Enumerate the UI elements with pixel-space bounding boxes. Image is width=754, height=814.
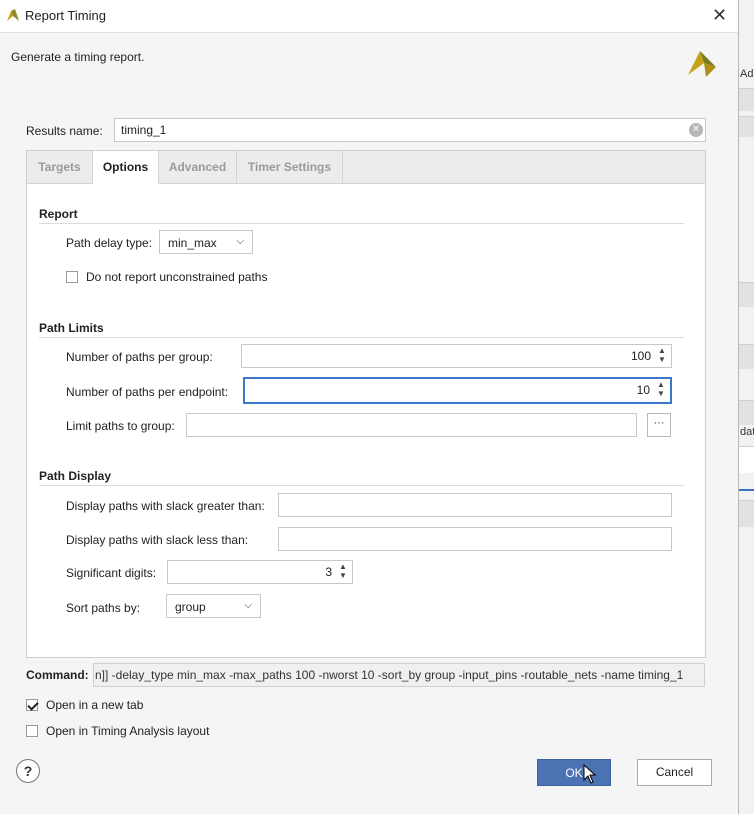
paths-per-endpoint-value: 10	[636, 383, 650, 397]
significant-digits-label: Significant digits:	[66, 566, 157, 580]
open-new-tab-label: Open in a new tab	[46, 698, 144, 712]
results-name-input[interactable]	[114, 118, 706, 142]
background-app-row	[738, 400, 754, 425]
unconstrained-paths-label: Do not report unconstrained paths	[86, 270, 268, 284]
path-delay-type-value: min_max	[168, 236, 217, 250]
slack-greater-label: Display paths with slack greater than:	[66, 499, 265, 513]
background-app-row	[738, 282, 754, 307]
unconstrained-paths-checkbox[interactable]	[66, 271, 78, 283]
tab-options[interactable]: Options	[93, 151, 159, 184]
background-app-accent	[738, 489, 754, 491]
sort-paths-select[interactable]: group ⌵	[166, 594, 261, 618]
background-app-text: dat	[740, 426, 754, 438]
vivado-logo-icon	[688, 51, 716, 77]
section-divider	[39, 485, 684, 486]
section-divider	[39, 223, 684, 224]
sort-paths-label: Sort paths by:	[66, 601, 141, 615]
tab-strip: Targets Options Advanced Timer Settings	[27, 151, 705, 184]
report-timing-dialog: Report Timing ✕ Generate a timing report…	[0, 0, 739, 814]
limit-paths-group-input[interactable]	[186, 413, 637, 437]
sort-paths-value: group	[175, 600, 206, 614]
window-title: Report Timing	[25, 8, 106, 23]
section-divider	[39, 337, 684, 338]
significant-digits-spinner[interactable]: 3 ▲ ▼	[167, 560, 353, 584]
clear-circle-icon[interactable]: ✕	[689, 123, 703, 137]
significant-digits-value: 3	[325, 565, 332, 579]
slack-less-label: Display paths with slack less than:	[66, 533, 249, 547]
section-path-display-title: Path Display	[39, 469, 112, 483]
paths-per-group-value: 100	[630, 349, 651, 363]
paths-per-group-label: Number of paths per group:	[66, 350, 213, 364]
dialog-description: Generate a timing report.	[11, 50, 145, 64]
spinner-arrows-icon[interactable]: ▲ ▼	[657, 346, 667, 364]
background-app-row	[738, 88, 754, 111]
browse-button[interactable]: ···	[647, 413, 671, 437]
background-app-row	[738, 446, 754, 473]
tab-advanced[interactable]: Advanced	[159, 151, 237, 183]
tab-timer-settings[interactable]: Timer Settings	[237, 151, 343, 183]
paths-per-endpoint-spinner[interactable]: 10 ▲ ▼	[243, 377, 672, 404]
paths-per-group-spinner[interactable]: 100 ▲ ▼	[241, 344, 672, 368]
vivado-logo-icon	[7, 9, 19, 21]
timing-layout-label: Open in Timing Analysis layout	[46, 724, 210, 738]
mouse-pointer-icon	[583, 764, 597, 784]
cancel-button[interactable]: Cancel	[637, 759, 712, 786]
command-label: Command:	[26, 668, 89, 682]
spinner-arrows-icon[interactable]: ▲ ▼	[338, 562, 348, 580]
results-name-label: Results name:	[26, 124, 103, 138]
paths-per-endpoint-label: Number of paths per endpoint:	[66, 385, 229, 399]
slack-greater-input[interactable]	[278, 493, 672, 517]
path-delay-type-select[interactable]: min_max ⌵	[159, 230, 253, 254]
spinner-arrows-icon[interactable]: ▲ ▼	[656, 380, 666, 398]
help-button[interactable]: ?	[16, 759, 40, 783]
open-new-tab-checkbox[interactable]	[26, 699, 38, 711]
limit-paths-group-label: Limit paths to group:	[66, 419, 175, 433]
close-icon[interactable]: ✕	[712, 4, 727, 26]
background-app-row	[738, 116, 754, 137]
options-panel: Targets Options Advanced Timer Settings	[26, 150, 706, 658]
background-app-row	[738, 344, 754, 369]
command-text: n]] -delay_type min_max -max_paths 100 -…	[93, 663, 705, 687]
slack-less-input[interactable]	[278, 527, 672, 551]
timing-layout-checkbox[interactable]	[26, 725, 38, 737]
chevron-down-icon: ⌵	[236, 236, 244, 247]
title-bar: Report Timing ✕	[0, 0, 738, 33]
background-app-row	[738, 500, 754, 527]
tab-targets[interactable]: Targets	[27, 151, 93, 183]
section-path-limits-title: Path Limits	[39, 321, 104, 335]
section-report-title: Report	[39, 207, 78, 221]
background-app-text: Ad	[740, 68, 754, 80]
chevron-down-icon: ⌵	[244, 600, 252, 611]
path-delay-type-label: Path delay type:	[66, 236, 153, 250]
ok-button[interactable]: OK	[537, 759, 611, 786]
